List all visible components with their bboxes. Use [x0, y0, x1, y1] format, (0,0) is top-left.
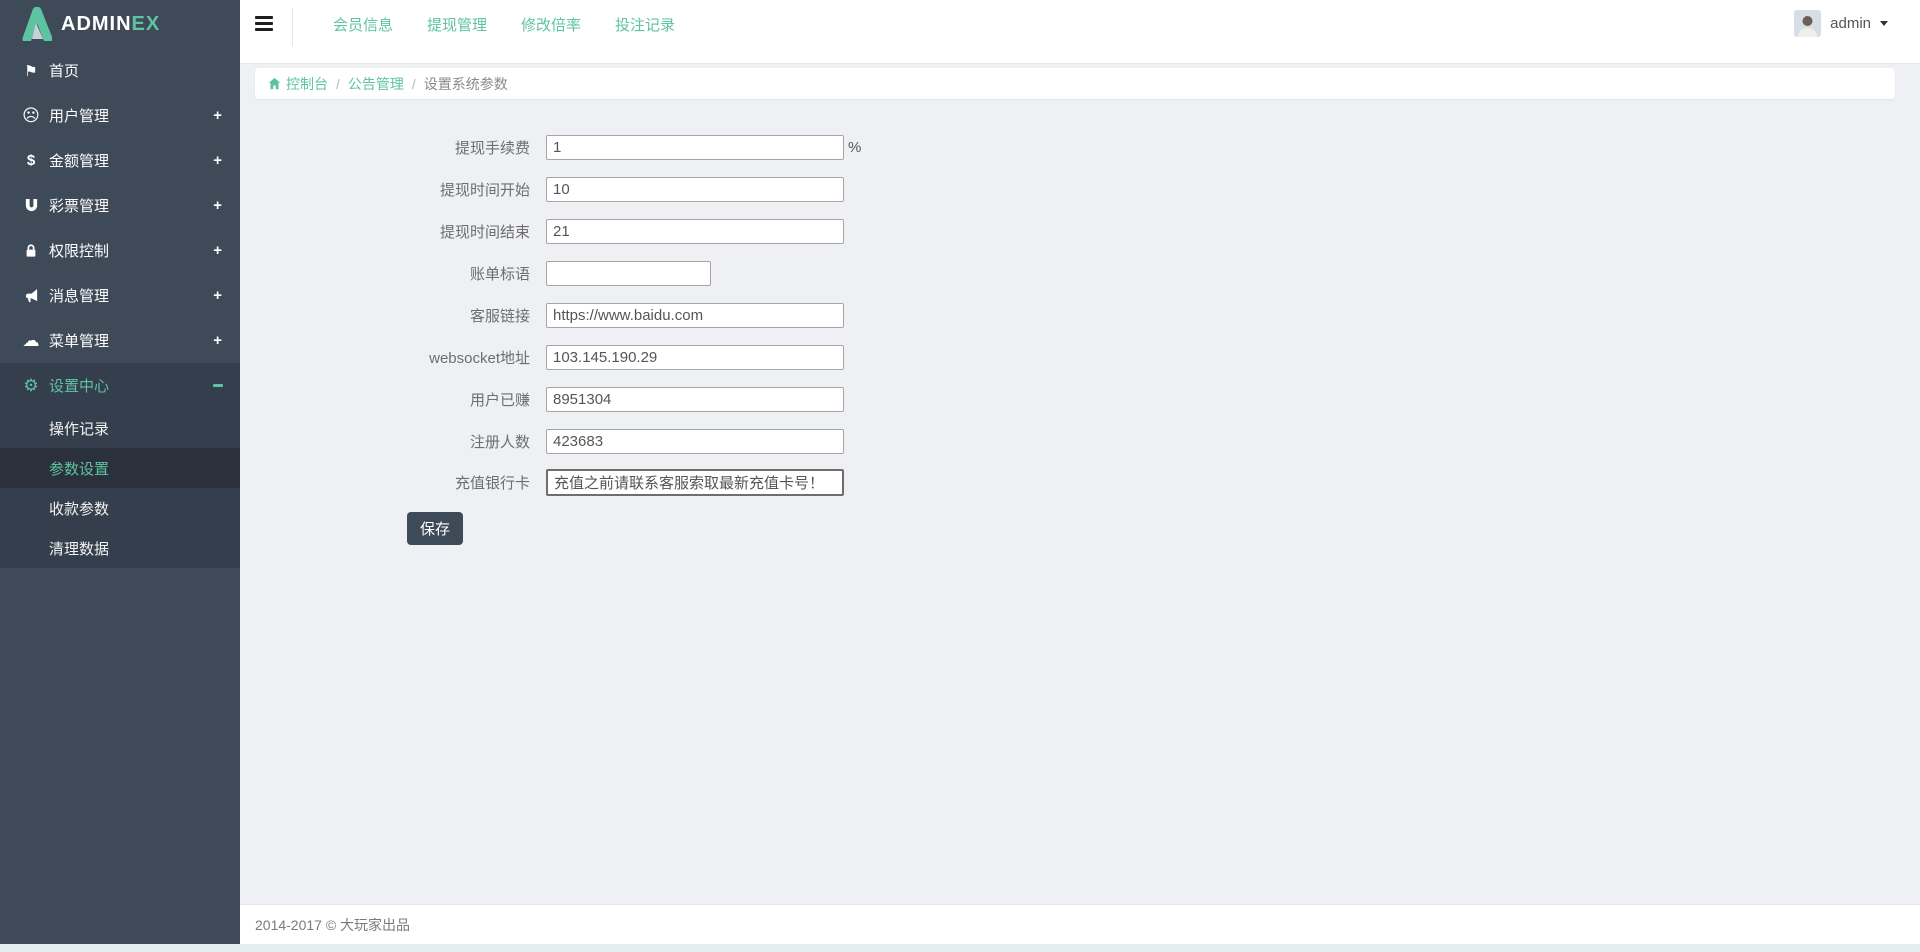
user-earned-input[interactable] — [546, 387, 844, 412]
form-row: 提现时间开始 — [240, 177, 844, 202]
withdraw-start-time-input[interactable] — [546, 177, 844, 202]
minus-icon — [213, 384, 223, 387]
sidebar-item-settings-center[interactable]: ⚙ 设置中心 — [0, 363, 240, 408]
cloud-icon: ☁ — [22, 330, 40, 350]
navbar-divider — [292, 8, 293, 46]
top-nav-links: 会员信息 提现管理 修改倍率 投注记录 — [333, 14, 675, 35]
sidebar-subitem-payment-params[interactable]: 收款参数 — [0, 488, 240, 528]
plus-icon: + — [213, 107, 222, 124]
nav-link-bet-records[interactable]: 投注记录 — [615, 14, 675, 35]
flag-icon: ⚑ — [24, 62, 38, 80]
percent-suffix: % — [848, 139, 862, 156]
gear-icon: ⚙ — [23, 375, 39, 395]
bullhorn-icon — [20, 288, 42, 303]
sidebar-item-lottery[interactable]: 彩票管理 + — [0, 183, 240, 228]
form-row: 提现时间结束 — [240, 219, 844, 244]
websocket-address-label: websocket地址 — [429, 350, 530, 367]
sidebar-subitem-parameter-settings[interactable]: 参数设置 — [0, 448, 240, 488]
bill-slogan-label: 账单标语 — [469, 266, 530, 283]
magnet-icon — [20, 198, 42, 213]
breadcrumb-current-page: 设置系统参数 — [423, 75, 508, 92]
plus-icon: + — [213, 242, 222, 259]
chevron-down-icon — [1880, 21, 1888, 26]
registered-users-input[interactable] — [546, 429, 844, 454]
sidebar: ADMINEX ⚑ 首页 ☹ 用户管理 + $ 金额管理 + 彩票管理 + 权限… — [0, 0, 240, 944]
form-row: websocket地址 — [240, 345, 844, 370]
avatar — [1794, 10, 1822, 37]
customer-service-link-label: 客服链接 — [469, 308, 530, 325]
plus-icon: + — [213, 332, 222, 349]
recharge-bankcard-input[interactable] — [546, 469, 844, 496]
bottom-strip — [0, 944, 1920, 952]
form-row: 充值银行卡 — [240, 469, 844, 496]
frown-face-icon: ☹ — [22, 105, 40, 125]
form-row: 客服链接 — [240, 303, 844, 328]
breadcrumb-separator: / — [411, 75, 416, 92]
breadcrumb-separator: / — [336, 75, 340, 92]
websocket-address-input[interactable] — [546, 345, 844, 370]
recharge-bankcard-label: 充值银行卡 — [454, 475, 530, 492]
sidebar-group-settings: ⚙ 设置中心 操作记录 参数设置 收款参数 清理数据 — [0, 363, 240, 568]
withdraw-end-time-label: 提现时间结束 — [439, 224, 530, 241]
copyright-text: 2014-2017 © 大玩家出品 — [255, 916, 411, 933]
user-menu[interactable]: admin — [1794, 10, 1888, 37]
save-button[interactable]: 保存 — [407, 512, 463, 545]
withdraw-end-time-input[interactable] — [546, 219, 844, 244]
sidebar-item-amount[interactable]: $ 金额管理 + — [0, 138, 240, 183]
sidebar-item-home[interactable]: ⚑ 首页 — [0, 48, 240, 93]
breadcrumb-console[interactable]: 控制台 — [268, 74, 328, 94]
form-row: 注册人数 — [240, 429, 844, 454]
top-navbar: 会员信息 提现管理 修改倍率 投注记录 admin — [240, 0, 1920, 64]
logo[interactable]: ADMINEX — [0, 0, 240, 48]
dollar-icon: $ — [26, 152, 36, 169]
form-row: 提现手续费 % — [240, 135, 861, 160]
plus-icon: + — [213, 152, 222, 169]
user-name: admin — [1830, 15, 1871, 32]
lock-icon — [20, 243, 42, 258]
logo-icon — [22, 7, 52, 41]
sidebar-menu: ⚑ 首页 ☹ 用户管理 + $ 金额管理 + 彩票管理 + 权限控制 + 消息管… — [0, 48, 240, 568]
withdraw-fee-label: 提现手续费 — [454, 140, 530, 157]
sidebar-subitem-operation-log[interactable]: 操作记录 — [0, 408, 240, 448]
sidebar-item-users[interactable]: ☹ 用户管理 + — [0, 93, 240, 138]
user-earned-label: 用户已赚 — [469, 392, 530, 409]
home-icon — [268, 77, 281, 90]
sidebar-item-menus[interactable]: ☁ 菜单管理 + — [0, 318, 240, 363]
logo-text: ADMINEX — [61, 12, 161, 35]
sidebar-subitem-clean-data[interactable]: 清理数据 — [0, 528, 240, 568]
form-row: 账单标语 — [240, 261, 711, 286]
sidebar-item-permissions[interactable]: 权限控制 + — [0, 228, 240, 273]
footer: 2014-2017 © 大玩家出品 — [240, 904, 1920, 944]
nav-link-modify-odds[interactable]: 修改倍率 — [521, 14, 581, 35]
sidebar-item-messages[interactable]: 消息管理 + — [0, 273, 240, 318]
withdraw-start-time-label: 提现时间开始 — [439, 182, 530, 199]
plus-icon: + — [213, 287, 222, 304]
breadcrumb: 控制台 / 公告管理 / 设置系统参数 — [255, 68, 1895, 99]
withdraw-fee-input[interactable] — [546, 135, 844, 160]
plus-icon: + — [213, 197, 222, 214]
nav-link-withdraw-management[interactable]: 提现管理 — [427, 14, 487, 35]
nav-link-member-info[interactable]: 会员信息 — [333, 14, 393, 35]
form-row: 用户已赚 — [240, 387, 844, 412]
customer-service-link-input[interactable] — [546, 303, 844, 328]
bill-slogan-input[interactable] — [546, 261, 711, 286]
registered-users-label: 注册人数 — [469, 434, 530, 451]
breadcrumb-announcement[interactable]: 公告管理 — [348, 74, 404, 94]
hamburger-menu-icon[interactable] — [255, 16, 273, 31]
